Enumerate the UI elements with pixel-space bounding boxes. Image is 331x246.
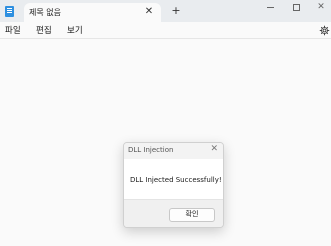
dialog-title: DLL Injection [128,146,174,154]
menu-view[interactable]: 보기 [67,24,83,36]
dialog-header: DLL Injection ✕ [124,143,223,159]
dialog-message: DLL Injected Successfully! [130,176,222,184]
minimize-button[interactable] [258,0,282,14]
menu-bar: 파일 편집 보기 [0,22,331,39]
dialog-close-icon[interactable]: ✕ [210,145,218,154]
minimize-icon [266,6,274,8]
dialog-footer: 확인 [124,199,223,227]
maximize-button[interactable] [284,0,308,14]
gear-icon[interactable] [319,25,330,36]
close-window-button[interactable]: ✕ [309,0,331,14]
message-dialog: DLL Injection ✕ DLL Injected Successfull… [123,142,224,228]
tab-close-icon[interactable]: ✕ [142,5,156,19]
notepad-icon [5,6,14,17]
dialog-body: DLL Injected Successfully! [124,159,223,199]
menu-file[interactable]: 파일 [5,24,21,36]
tab-title: 제목 없음 [29,8,61,17]
ok-button[interactable]: 확인 [169,208,215,222]
title-bar: 제목 없음 ✕ + ✕ [0,0,331,22]
tab-untitled[interactable]: 제목 없음 ✕ [24,3,161,22]
new-tab-button[interactable]: + [169,4,183,18]
maximize-icon [292,3,300,11]
menu-edit[interactable]: 편집 [36,24,52,36]
close-icon: ✕ [317,1,325,12]
